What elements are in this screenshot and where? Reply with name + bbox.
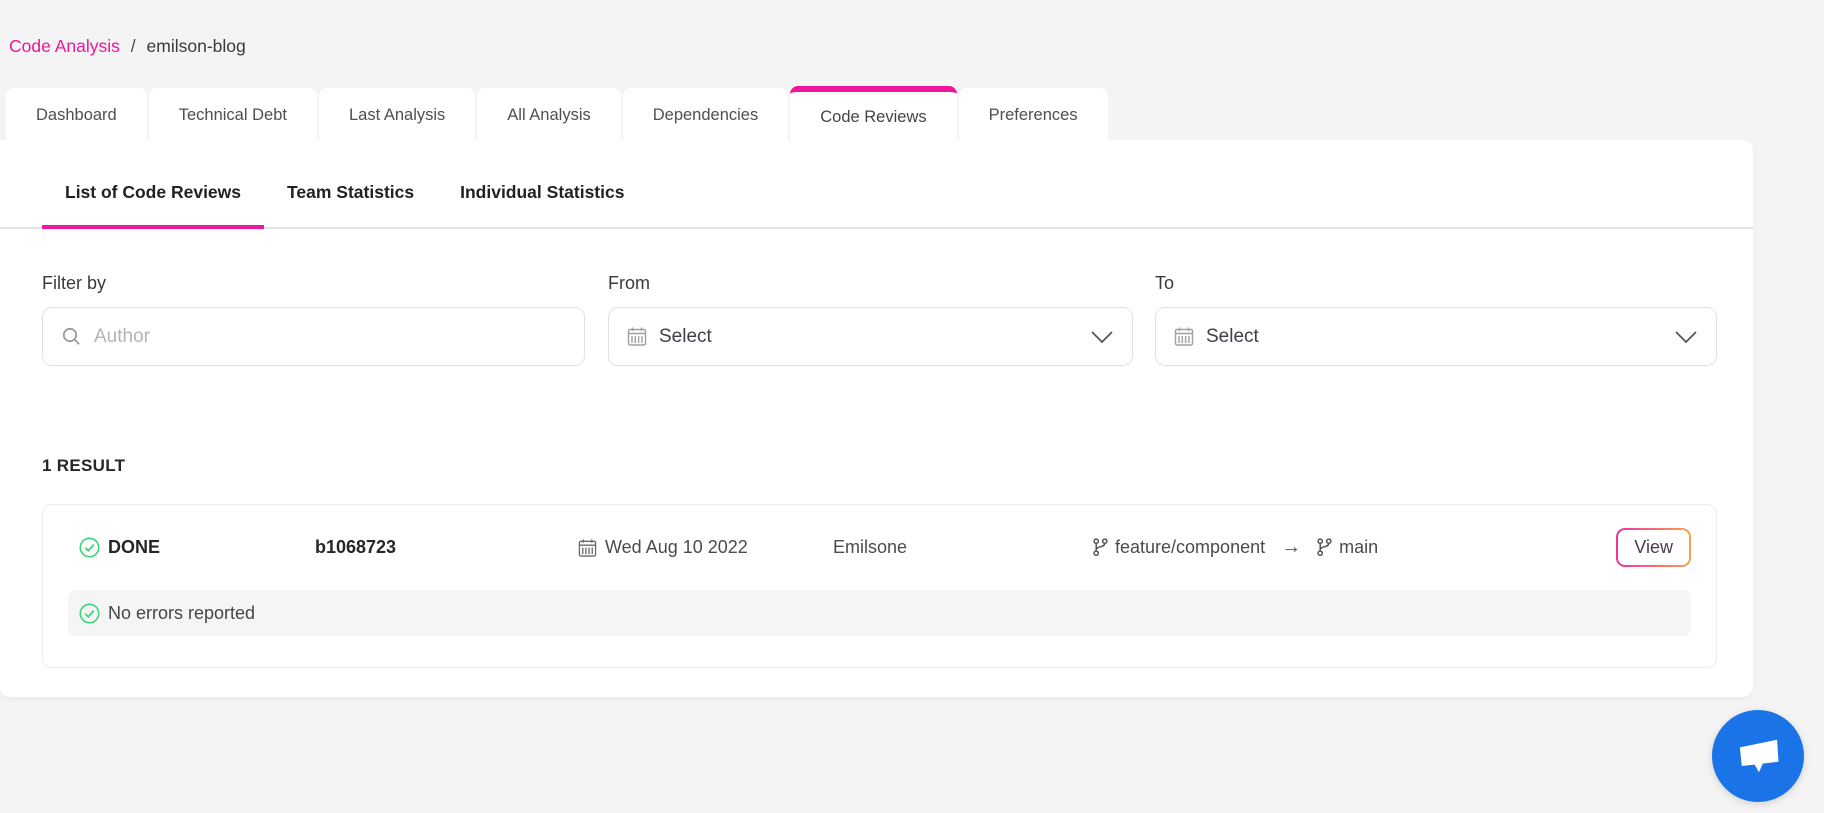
tab-label: Preferences (988, 105, 1078, 124)
tab-label: Dependencies (652, 105, 759, 124)
code-review-card: DONE b1068723 Wed Aug 10 2022 Emilsone f… (42, 504, 1717, 668)
to-date-select[interactable]: Select (1155, 307, 1717, 366)
git-branch-icon (1317, 538, 1332, 557)
author-filter-field (42, 307, 585, 366)
arrow-right-icon: → (1281, 536, 1302, 558)
tab-preferences[interactable]: Preferences (958, 88, 1108, 142)
calendar-icon (627, 326, 647, 347)
subtab-team-statistics[interactable]: Team Statistics (264, 168, 437, 227)
to-label: To (1155, 273, 1175, 293)
calendar-icon (578, 538, 597, 558)
subtab-individual-statistics[interactable]: Individual Statistics (437, 168, 647, 227)
breadcrumb-current: emilson-blog (146, 36, 246, 56)
chat-bubble-icon (1735, 735, 1781, 777)
status-badge: DONE (108, 537, 161, 557)
tab-dependencies[interactable]: Dependencies (622, 88, 789, 142)
main-tabbar: Dashboard Technical Debt Last Analysis A… (6, 86, 1110, 142)
subtab-label: Individual Statistics (460, 182, 625, 202)
review-message-bar: No errors reported (68, 590, 1691, 636)
code-review-row: DONE b1068723 Wed Aug 10 2022 Emilsone f… (68, 505, 1691, 590)
search-icon (61, 326, 82, 347)
chat-launcher-button[interactable] (1712, 710, 1804, 802)
tab-label: Technical Debt (178, 105, 287, 124)
tab-label: Dashboard (36, 105, 117, 124)
breadcrumb: Code Analysis / emilson-blog (9, 36, 246, 57)
breadcrumb-separator: / (130, 36, 136, 56)
from-label: From (608, 273, 650, 293)
results-count-label: 1 RESULT (42, 456, 126, 475)
tab-dashboard[interactable]: Dashboard (6, 88, 147, 142)
source-branch: feature/component (1115, 537, 1266, 557)
tab-label: All Analysis (507, 105, 591, 124)
calendar-icon (1174, 326, 1194, 347)
view-button-border: View (1616, 527, 1691, 568)
to-select-value: Select (1206, 325, 1259, 347)
target-branch: main (1339, 537, 1379, 557)
status-check-icon (79, 537, 100, 558)
sub-tabbar: List of Code Reviews Team Statistics Ind… (0, 168, 1753, 229)
from-date-select[interactable]: Select (608, 307, 1133, 366)
filter-by-label: Filter by (42, 273, 107, 293)
tab-all-analysis[interactable]: All Analysis (477, 88, 621, 142)
chevron-down-icon (1090, 330, 1114, 344)
view-button[interactable]: View (1618, 529, 1689, 566)
filters-row: Filter by From (0, 273, 1753, 366)
message-check-icon (79, 603, 100, 624)
review-author: Emilsone (833, 537, 908, 557)
commit-id: b1068723 (315, 537, 397, 557)
subtab-list-of-code-reviews[interactable]: List of Code Reviews (42, 168, 265, 229)
subtab-label: List of Code Reviews (65, 182, 242, 202)
from-select-value: Select (659, 325, 712, 347)
author-search-input[interactable] (94, 325, 566, 348)
subtab-label: Team Statistics (287, 182, 415, 202)
chevron-down-icon (1674, 330, 1698, 344)
tab-label: Code Reviews (820, 107, 927, 126)
review-date: Wed Aug 10 2022 (605, 537, 748, 557)
code-reviews-panel: List of Code Reviews Team Statistics Ind… (0, 140, 1753, 697)
tab-technical-debt[interactable]: Technical Debt (148, 88, 317, 142)
tab-code-reviews[interactable]: Code Reviews (790, 86, 957, 142)
git-branch-icon (1093, 538, 1108, 557)
review-message: No errors reported (108, 602, 256, 623)
tab-last-analysis[interactable]: Last Analysis (318, 88, 476, 142)
tab-label: Last Analysis (348, 105, 446, 124)
breadcrumb-parent-link[interactable]: Code Analysis (9, 36, 120, 56)
